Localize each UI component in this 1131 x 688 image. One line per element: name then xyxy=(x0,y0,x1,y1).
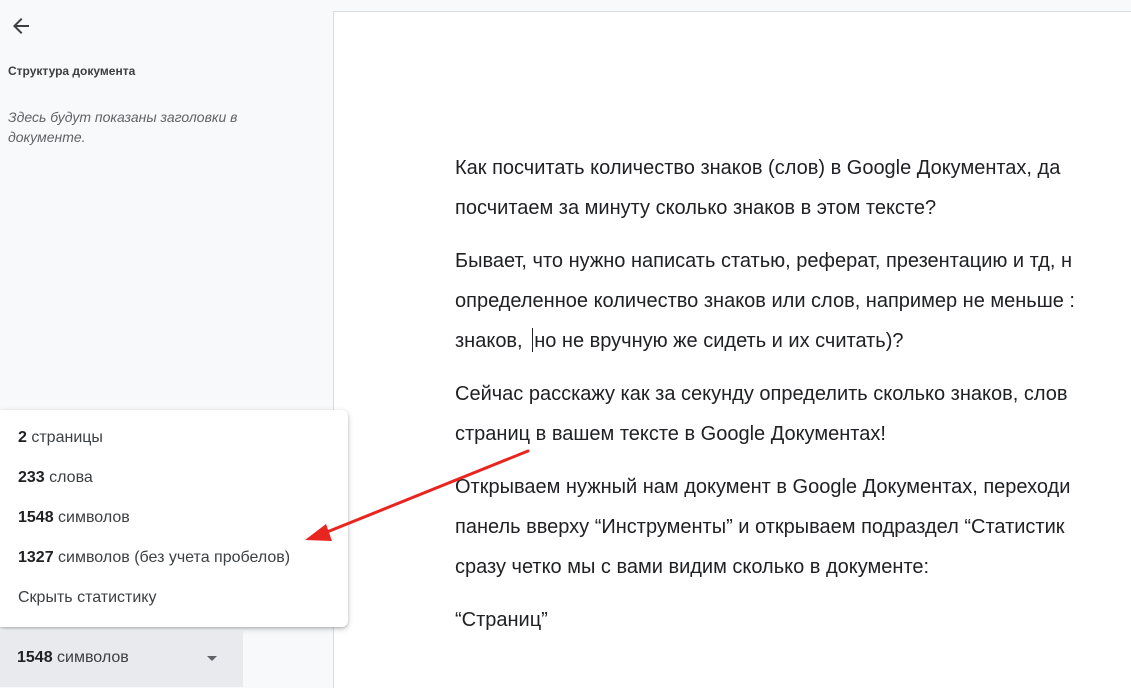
word-count: 233 слова xyxy=(18,458,93,498)
word-count-label: слова xyxy=(44,469,93,486)
document-body[interactable]: Как посчитать количество знаков (слов) в… xyxy=(455,148,1131,653)
text-segment: но не вручную же сидеть и их считать)? xyxy=(534,330,904,352)
back-button[interactable] xyxy=(6,11,36,41)
paragraph[interactable]: Сейчас расскажу как за секунду определит… xyxy=(455,374,1131,454)
text-line: Как посчитать количество знаков (слов) в… xyxy=(455,157,1061,179)
outline-title: Структура документа xyxy=(8,64,136,78)
caret-down-icon[interactable] xyxy=(207,656,217,661)
chip-unit: символов xyxy=(52,649,129,666)
paragraph[interactable]: Открываем нужный нам документ в Google Д… xyxy=(455,467,1131,587)
char-count-value: 1548 xyxy=(18,509,54,526)
arrow-left-icon xyxy=(13,18,29,34)
page-count-label: страницы xyxy=(26,429,103,446)
paragraph[interactable]: “Страниц” xyxy=(455,600,1131,640)
text-line: посчитаем за минуту сколько знаков в это… xyxy=(455,197,937,219)
paragraph[interactable]: Как посчитать количество знаков (слов) в… xyxy=(455,148,1131,228)
word-count-popup: 2 страницы 233 слова 1548 символов 1327 … xyxy=(0,410,348,627)
char-count: 1548 символов xyxy=(18,498,130,538)
char-count-no-spaces-value: 1327 xyxy=(18,549,54,566)
text-line: страниц в вашем тексте в Google Документ… xyxy=(455,423,886,445)
text-line: панель вверху “Инструменты” и открываем … xyxy=(455,516,1065,538)
text-line: знаков, но не вручную же сидеть и их счи… xyxy=(455,321,1131,361)
text-segment: знаков, xyxy=(455,330,529,352)
text-line: определенное количество знаков или слов,… xyxy=(455,290,1075,312)
text-line: Сейчас расскажу как за секунду определит… xyxy=(455,383,1068,405)
chip-value: 1548 xyxy=(17,649,53,666)
text-line: Бывает, что нужно написать статью, рефер… xyxy=(455,250,1072,272)
char-count-label: символов xyxy=(53,509,130,526)
word-count-chip[interactable]: 1548 символов xyxy=(0,631,243,687)
page-count: 2 страницы xyxy=(18,418,103,458)
outline-empty-hint: Здесь будут показаны заголовки в докумен… xyxy=(8,109,238,145)
document-page[interactable]: Как посчитать количество знаков (слов) в… xyxy=(333,11,1131,688)
char-count-no-spaces-label: символов (без учета пробелов) xyxy=(53,549,291,566)
paragraph[interactable]: Бывает, что нужно написать статью, рефер… xyxy=(455,241,1131,361)
page-count-value: 2 xyxy=(18,429,27,446)
text-line: сразу четко мы с вами видим сколько в до… xyxy=(455,556,930,578)
char-count-no-spaces: 1327 символов (без учета пробелов) xyxy=(18,538,290,578)
text-line: Открываем нужный нам документ в Google Д… xyxy=(455,476,1071,498)
hide-stats-button[interactable]: Скрыть статистику xyxy=(18,578,156,618)
word-count-chip-label: 1548 символов xyxy=(17,649,129,667)
word-count-value: 233 xyxy=(18,469,45,486)
text-line: “Страниц” xyxy=(455,609,548,631)
